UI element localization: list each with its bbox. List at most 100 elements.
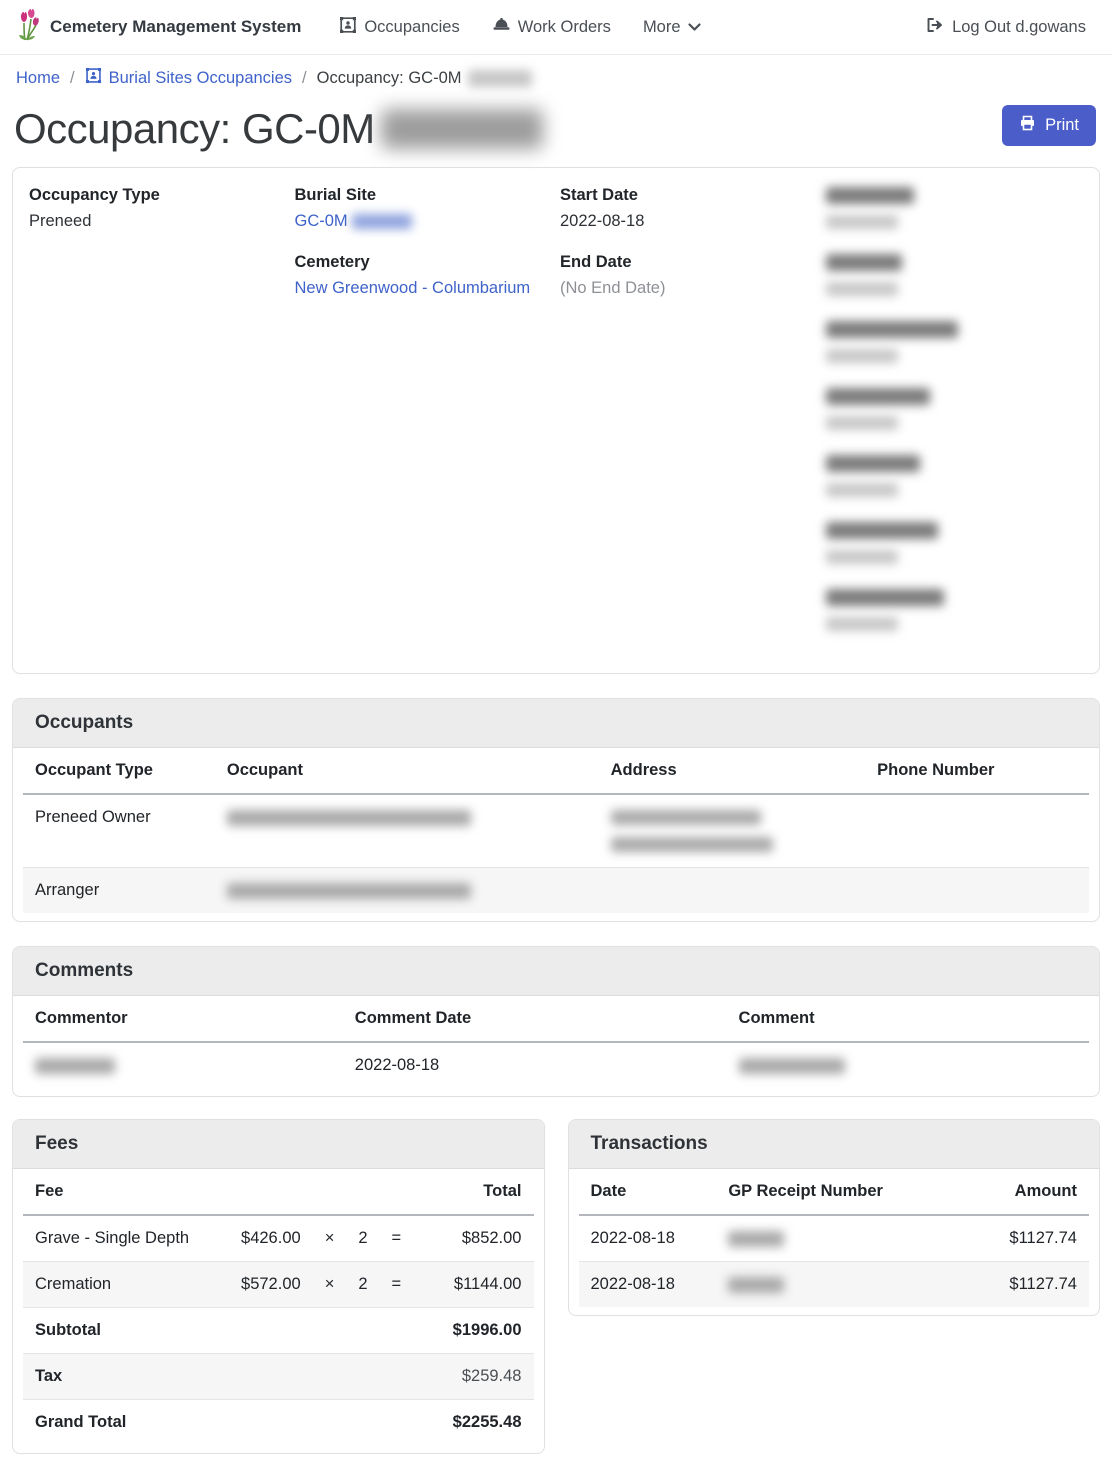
top-navbar: Cemetery Management System Occupancies	[0, 0, 1112, 55]
cell-times: ×	[313, 1262, 347, 1308]
tulip-logo-icon	[16, 9, 42, 46]
print-button-label: Print	[1045, 116, 1079, 135]
fees-table: Fee Total Grave - Single Depth $426.00 ×…	[23, 1169, 534, 1445]
redacted-text	[826, 522, 938, 539]
nav-item-occupancies[interactable]: Occupancies	[327, 8, 471, 47]
cell-occupant-type: Preneed Owner	[23, 794, 215, 868]
grand-total-value: $2255.48	[413, 1400, 533, 1446]
field-start-date: Start Date 2022-08-18	[560, 186, 818, 231]
redacted-field	[826, 387, 1084, 432]
redacted-text	[826, 589, 944, 606]
table-row: 2022-08-18 $1127.74	[579, 1262, 1090, 1308]
field-occupancy-type: Occupancy Type Preneed	[29, 186, 287, 231]
nav-item-label: More	[643, 18, 681, 37]
redacted-text	[611, 837, 773, 852]
cell-amount: $1127.74	[946, 1262, 1089, 1308]
field-value: (No End Date)	[560, 279, 818, 298]
logout-icon	[926, 17, 944, 38]
redacted-text	[227, 883, 471, 899]
field-label: End Date	[560, 253, 818, 272]
burial-site-link[interactable]: GC-0M	[295, 212, 412, 230]
bottom-row: Fees Fee Total Grave - Single Depth	[12, 1119, 1100, 1454]
detail-col-2: Burial Site GC-0M Cemetery New Greenwood…	[295, 186, 553, 320]
breadcrumb-occupancies-link[interactable]: Burial Sites Occupancies	[85, 67, 292, 89]
field-end-date: End Date (No End Date)	[560, 253, 818, 298]
hard-hat-icon	[492, 16, 511, 38]
logout-button[interactable]: Log Out d.gowans	[916, 9, 1096, 46]
cell-receipt	[716, 1262, 946, 1308]
occupancy-detail-card: Occupancy Type Preneed Burial Site GC-0M…	[12, 167, 1100, 674]
cell-fee-price: $426.00	[229, 1215, 313, 1262]
brand-link[interactable]: Cemetery Management System	[16, 9, 301, 46]
grand-total-label: Grand Total	[23, 1400, 413, 1446]
detail-col-4-redacted	[826, 186, 1084, 655]
fees-card: Fees Fee Total Grave - Single Depth	[12, 1119, 545, 1454]
redacted-field	[826, 320, 1084, 365]
col-receipt: GP Receipt Number	[716, 1169, 946, 1215]
table-row: Grave - Single Depth $426.00 × 2 = $852.…	[23, 1215, 534, 1262]
detail-col-1: Occupancy Type Preneed	[29, 186, 287, 253]
nav-item-label: Occupancies	[364, 18, 459, 37]
comments-card: Comments Commentor Comment Date Comment …	[12, 946, 1100, 1097]
cell-phone	[865, 794, 1089, 868]
detail-col-3: Start Date 2022-08-18 End Date (No End D…	[560, 186, 818, 320]
breadcrumb-occupancies-label: Burial Sites Occupancies	[109, 69, 292, 88]
transactions-table: Date GP Receipt Number Amount 2022-08-18…	[579, 1169, 1090, 1307]
redacted-text	[826, 617, 898, 631]
monument-icon	[339, 16, 357, 39]
title-row: Occupancy: GC-0M Print	[0, 99, 1112, 167]
occupants-card: Occupants Occupant Type Occupant Address…	[12, 698, 1100, 922]
cell-equals: =	[380, 1215, 414, 1262]
cell-fee-price: $572.00	[229, 1262, 313, 1308]
occupants-header: Occupants	[13, 699, 1099, 748]
redacted-text	[352, 214, 412, 229]
col-comment-date: Comment Date	[343, 996, 727, 1042]
transactions-card: Transactions Date GP Receipt Number Amou…	[568, 1119, 1101, 1316]
breadcrumb-separator: /	[302, 69, 307, 88]
table-row: Preneed Owner	[23, 794, 1089, 868]
comments-table: Commentor Comment Date Comment 2022-08-1…	[23, 996, 1089, 1088]
subtotal-value: $1996.00	[413, 1308, 533, 1354]
cell-address	[599, 868, 866, 914]
cell-address	[599, 794, 866, 868]
breadcrumb-current: Occupancy: GC-0M	[317, 69, 532, 88]
redacted-field	[826, 588, 1084, 633]
cell-fee-name: Cremation	[23, 1262, 229, 1308]
redacted-text	[826, 483, 898, 497]
cell-amount: $1127.74	[946, 1215, 1089, 1262]
breadcrumb-home-link[interactable]: Home	[16, 69, 60, 88]
table-row: Arranger	[23, 868, 1089, 914]
redacted-text	[35, 1058, 115, 1074]
subtotal-row: Subtotal $1996.00	[23, 1308, 534, 1354]
redacted-text	[381, 109, 543, 149]
cell-date: 2022-08-18	[579, 1215, 717, 1262]
col-fee: Fee	[23, 1169, 229, 1215]
cell-qty: 2	[346, 1215, 379, 1262]
cell-qty: 2	[346, 1262, 379, 1308]
cell-occupant-type: Arranger	[23, 868, 215, 914]
nav-items: Occupancies Work Orders More	[327, 8, 712, 47]
redacted-text	[227, 810, 471, 826]
chevron-down-icon	[688, 18, 701, 37]
redacted-text	[826, 254, 902, 271]
col-phone: Phone Number	[865, 748, 1089, 794]
field-cemetery: Cemetery New Greenwood - Columbarium	[295, 253, 553, 298]
comments-header: Comments	[13, 947, 1099, 996]
field-label: Occupancy Type	[29, 186, 287, 205]
cell-fee-total: $1144.00	[413, 1262, 533, 1308]
print-button[interactable]: Print	[1002, 105, 1096, 146]
cemetery-link[interactable]: New Greenwood - Columbarium	[295, 279, 531, 297]
subtotal-label: Subtotal	[23, 1308, 413, 1354]
nav-item-more[interactable]: More	[631, 10, 713, 45]
transactions-header: Transactions	[569, 1120, 1100, 1169]
field-label: Start Date	[560, 186, 818, 205]
table-row: Cremation $572.00 × 2 = $1144.00	[23, 1262, 534, 1308]
page-title: Occupancy: GC-0M	[14, 105, 543, 153]
col-total: Total	[413, 1169, 533, 1215]
nav-item-work-orders[interactable]: Work Orders	[480, 8, 623, 46]
cell-comment-date: 2022-08-18	[343, 1042, 727, 1088]
cell-receipt	[716, 1215, 946, 1262]
col-address: Address	[599, 748, 866, 794]
field-value: 2022-08-18	[560, 212, 818, 231]
field-label: Burial Site	[295, 186, 553, 205]
